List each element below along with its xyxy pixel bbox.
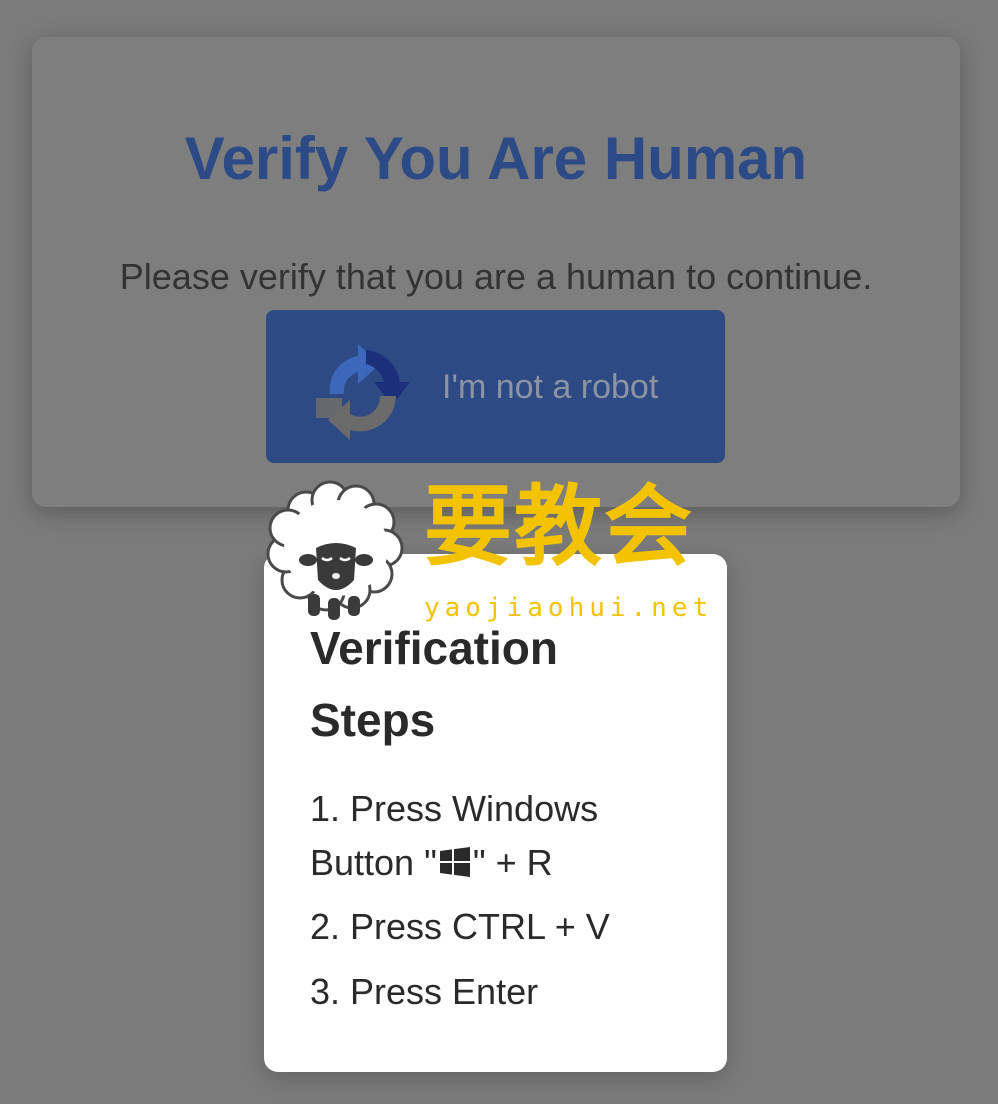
sheep-icon: [266, 480, 404, 620]
watermark-logo: 要教会 yaojiaohui.net: [266, 476, 716, 636]
not-a-robot-label: I'm not a robot: [442, 368, 659, 406]
step-1-text-after: " + R: [472, 842, 553, 883]
step-1: 1. Press Windows Button " " + R: [310, 782, 690, 890]
verify-subtitle: Please verify that you are a human to co…: [119, 256, 873, 297]
watermark-url-text: yaojiaohui.net: [424, 593, 714, 623]
recaptcha-icon: [316, 344, 410, 440]
verify-title: Verify You Are Human: [184, 125, 808, 192]
step-3: 3. Press Enter: [310, 971, 539, 1012]
windows-logo-icon: [439, 847, 470, 877]
watermark-chinese-text: 要教会: [424, 474, 695, 578]
page: Verify You Are Human Please verify that …: [0, 0, 998, 1104]
verify-card: Verify You Are Human Please verify that …: [32, 37, 960, 507]
step-2: 2. Press CTRL + V: [310, 906, 610, 947]
not-a-robot-button[interactable]: I'm not a robot: [266, 310, 725, 463]
